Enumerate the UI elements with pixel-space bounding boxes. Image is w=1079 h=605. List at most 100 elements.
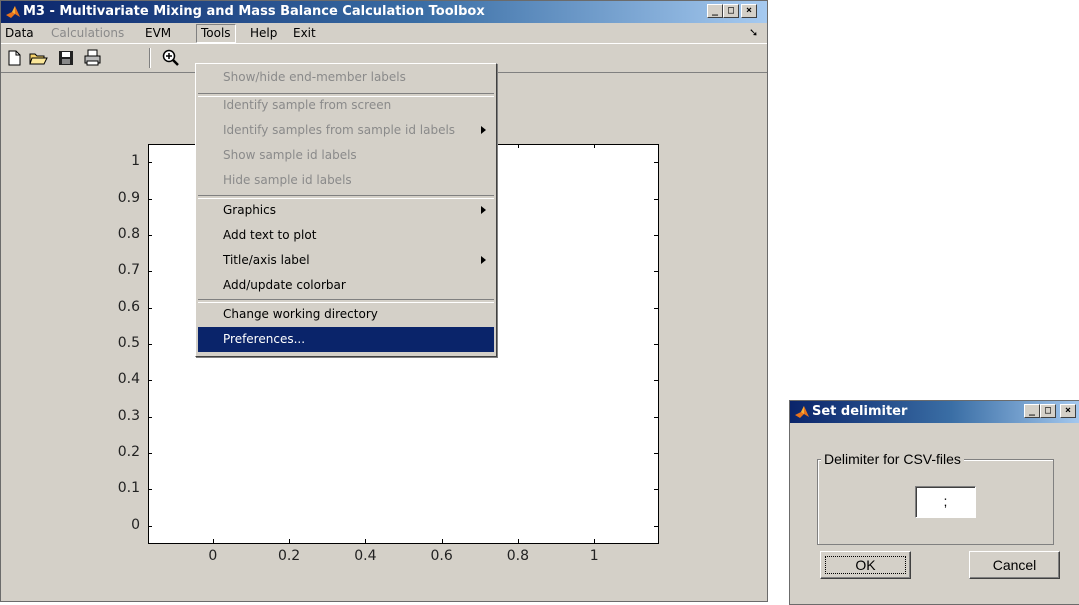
menu-item-identify-samples-from-sample-id-labels[interactable]: Identify samples from sample id labels	[198, 118, 494, 143]
cancel-button[interactable]: Cancel	[969, 551, 1060, 579]
menu-item-graphics[interactable]: Graphics	[198, 198, 494, 223]
menu-exit[interactable]: Exit	[289, 25, 320, 42]
delimiter-group-label: Delimiter for CSV-files	[821, 451, 964, 467]
y-tick-mark	[654, 416, 658, 418]
y-tick-label: 0.9	[117, 189, 140, 206]
toolbar-separator	[149, 48, 151, 68]
menu-item-add-update-colorbar[interactable]: Add/update colorbar	[198, 273, 494, 298]
menu-item-preferences[interactable]: Preferences...	[198, 327, 494, 352]
y-tick-label: 0	[131, 516, 140, 533]
menu-item-show-sample-id-labels[interactable]: Show sample id labels	[198, 143, 494, 168]
menu-item-label: Identify sample from screen	[223, 98, 392, 112]
cancel-label: Cancel	[992, 557, 1037, 573]
menu-item-label: Change working directory	[223, 307, 378, 321]
menu-calculations[interactable]: Calculations	[47, 25, 128, 42]
menu-item-label: Add text to plot	[223, 228, 317, 242]
y-tick-label: 0.8	[117, 225, 140, 242]
ok-button[interactable]: OK	[820, 551, 911, 579]
y-tick-mark	[654, 453, 658, 455]
menubar-dock-arrow-icon[interactable]: ➘	[749, 26, 758, 39]
y-tick-label: 0.7	[117, 262, 140, 279]
minimize-button[interactable]: _	[707, 4, 723, 18]
y-tick-mark	[654, 307, 658, 309]
y-tick-label: 0.4	[117, 371, 140, 388]
dialog-minimize-button[interactable]: _	[1024, 404, 1040, 418]
zoom-in-icon[interactable]	[161, 48, 181, 68]
print-icon[interactable]	[82, 48, 102, 68]
y-tick-mark	[148, 307, 152, 309]
dialog-close-button[interactable]: ×	[1060, 404, 1076, 418]
menu-evm[interactable]: EVM	[141, 25, 175, 42]
dialog-title: Set delimiter	[812, 404, 908, 419]
menu-item-label: Preferences...	[223, 332, 306, 346]
y-tick-mark	[654, 380, 658, 382]
y-tick-label: 0.6	[117, 298, 140, 315]
x-tick-mark	[212, 539, 214, 543]
set-delimiter-dialog: Set delimiter _ □ × Delimiter for CSV-fi…	[789, 400, 1079, 605]
y-tick-mark	[654, 271, 658, 273]
x-tick-label: 1	[589, 548, 599, 564]
x-tick-mark	[517, 144, 519, 148]
menu-item-hide-sample-id-labels[interactable]: Hide sample id labels	[198, 168, 494, 193]
y-tick-label: 0.3	[117, 407, 140, 424]
y-tick-label: 1	[131, 153, 140, 170]
open-folder-icon[interactable]	[28, 48, 48, 68]
y-tick-mark	[654, 525, 658, 527]
dialog-title-bar[interactable]: Set delimiter _ □ ×	[790, 401, 1079, 423]
x-tick-label: 0.8	[506, 548, 530, 564]
submenu-arrow-icon	[481, 256, 486, 264]
menu-item-identify-sample-from-screen[interactable]: Identify sample from screen	[198, 93, 494, 118]
menu-item-change-working-directory[interactable]: Change working directory	[198, 302, 494, 327]
y-tick-mark	[654, 198, 658, 200]
y-tick-mark	[654, 162, 658, 164]
y-tick-mark	[148, 344, 152, 345]
y-tick-mark	[148, 198, 152, 200]
y-tick-mark	[654, 234, 658, 236]
y-tick-mark	[148, 380, 152, 382]
submenu-arrow-icon	[481, 206, 486, 214]
menu-item-label: Show sample id labels	[223, 148, 357, 162]
x-tick-label: 0.4	[354, 548, 377, 564]
y-tick-label: 0.2	[117, 444, 140, 461]
y-tick-mark	[148, 162, 152, 164]
menu-item-label: Hide sample id labels	[223, 173, 352, 187]
submenu-arrow-icon	[481, 126, 486, 134]
y-tick-mark	[148, 416, 152, 418]
menu-item-label: Identify samples from sample id labels	[223, 123, 456, 137]
menu-item-label: Title/axis label	[223, 253, 310, 267]
window-title: M3 - Multivariate Mixing and Mass Balanc…	[23, 4, 485, 19]
menu-help[interactable]: Help	[246, 25, 281, 42]
menu-item-add-text-to-plot[interactable]: Add text to plot	[198, 223, 494, 248]
y-tick-mark	[148, 489, 152, 491]
y-tick-mark	[654, 344, 658, 345]
close-button[interactable]: ×	[741, 4, 757, 18]
menu-bar: Data Calculations EVM Tools Help Exit ➘	[1, 23, 767, 43]
y-tick-label: 0.5	[117, 335, 140, 351]
menu-data[interactable]: Data	[1, 25, 38, 42]
dialog-maximize-button[interactable]: □	[1040, 404, 1056, 418]
x-tick-mark	[289, 539, 291, 543]
maximize-button[interactable]: □	[723, 4, 739, 18]
matlab-logo-icon	[795, 406, 809, 418]
matlab-logo-icon	[6, 6, 20, 18]
y-tick-label: 0.1	[117, 480, 140, 497]
save-icon[interactable]	[56, 48, 76, 68]
x-tick-mark	[517, 539, 519, 543]
menu-item-title-axis-label[interactable]: Title/axis label	[198, 248, 494, 273]
focus-rect	[825, 556, 906, 574]
delimiter-input[interactable]: ;	[915, 486, 976, 518]
menu-item-label: Show/hide end-member labels	[223, 70, 406, 84]
menu-item-label: Add/update colorbar	[223, 278, 346, 292]
x-tick-label: 0	[208, 548, 218, 564]
y-tick-mark	[654, 489, 658, 491]
x-tick-mark	[594, 539, 596, 543]
menu-item-show-hide-end-member-labels[interactable]: Show/hide end-member labels	[198, 65, 494, 90]
menu-item-label: Graphics	[223, 203, 276, 217]
x-tick-label: 0.6	[430, 548, 453, 564]
title-bar[interactable]: M3 - Multivariate Mixing and Mass Balanc…	[1, 1, 767, 23]
y-tick-mark	[148, 525, 152, 527]
x-tick-label: 0.2	[277, 548, 301, 564]
x-tick-mark	[594, 144, 596, 148]
new-file-icon[interactable]	[4, 48, 24, 68]
menu-tools[interactable]: Tools	[196, 24, 236, 43]
